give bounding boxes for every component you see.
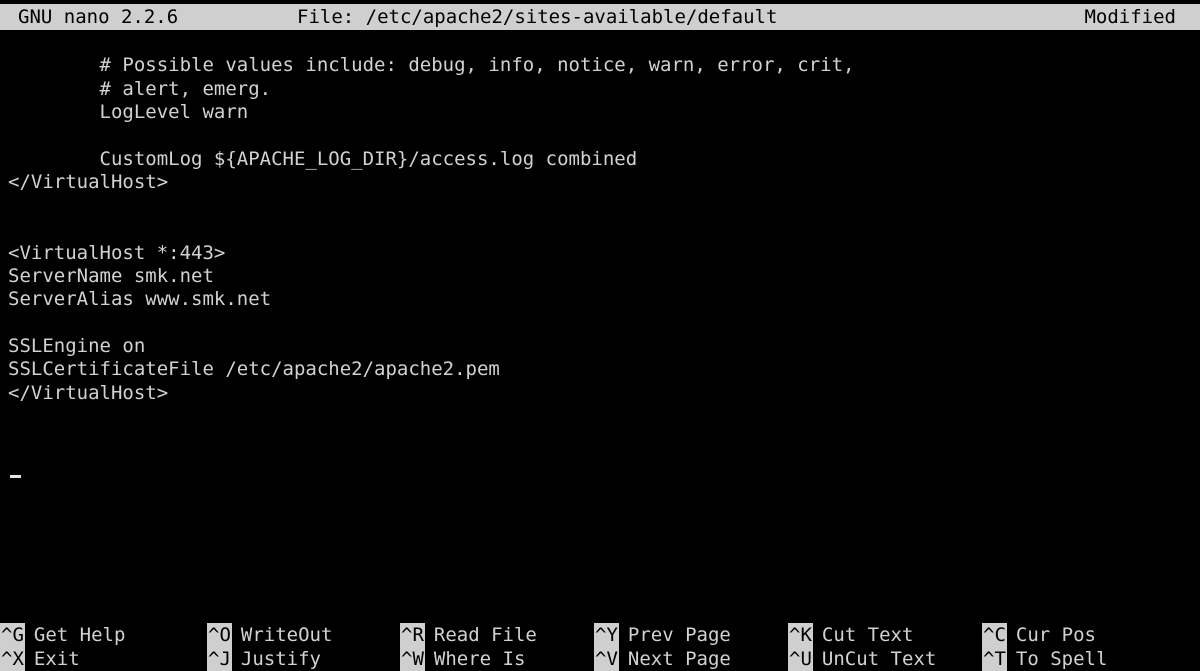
editor-line[interactable]: </VirtualHost> (0, 382, 1200, 405)
shortcut-get-help[interactable]: ^G Get Help (0, 623, 125, 647)
editor-area[interactable]: # Possible values include: debug, info, … (0, 31, 1200, 621)
shortcut-key: ^V (594, 647, 619, 671)
shortcut-uncut-text[interactable]: ^U UnCut Text (788, 647, 936, 671)
shortcut-justify[interactable]: ^J Justify (207, 647, 321, 671)
shortcut-row: ^X Exit ^J Justify ^W Where Is ^V Next Page … (0, 647, 1200, 671)
editor-line[interactable] (0, 546, 1200, 569)
shortcut-key: ^W (400, 647, 425, 671)
shortcut-read-file[interactable]: ^R Read File (400, 623, 537, 647)
editor-line[interactable] (0, 31, 1200, 54)
editor-line[interactable] (0, 125, 1200, 148)
shortcut-key: ^X (0, 647, 25, 671)
editor-line[interactable] (0, 195, 1200, 218)
shortcut-key: ^T (982, 647, 1007, 671)
editor-line[interactable] (0, 499, 1200, 522)
editor-line[interactable]: SSLCertificateFile /etc/apache2/apache2.… (0, 358, 1200, 381)
shortcut-label: Justify (240, 648, 321, 670)
file-path: File: /etc/apache2/sites-available/defau… (297, 6, 778, 28)
editor-line[interactable] (0, 522, 1200, 545)
title-bar: GNU nano 2.2.6 File: /etc/apache2/sites-… (0, 4, 1200, 30)
shortcut-writeout[interactable]: ^O WriteOut (207, 623, 332, 647)
editor-line[interactable]: </VirtualHost> (0, 171, 1200, 194)
shortcut-cur-pos[interactable]: ^C Cur Pos (982, 623, 1096, 647)
shortcut-key: ^G (0, 623, 25, 647)
shortcut-where-is[interactable]: ^W Where Is (400, 647, 525, 671)
shortcut-row: ^G Get Help ^O WriteOut ^R Read File ^Y Prev… (0, 623, 1200, 647)
editor-line[interactable]: # Possible values include: debug, info, … (0, 54, 1200, 77)
shortcut-label: Next Page (627, 648, 731, 670)
modified-status: Modified (1084, 6, 1176, 28)
editor-line[interactable] (0, 312, 1200, 335)
editor-line[interactable]: ServerAlias www.smk.net (0, 288, 1200, 311)
app-version: GNU nano 2.2.6 (18, 6, 179, 28)
shortcut-key: ^R (400, 623, 425, 647)
shortcut-label: Exit (33, 648, 80, 670)
shortcut-label: Read File (433, 624, 537, 646)
shortcut-label: Get Help (33, 624, 126, 646)
shortcut-label: Where Is (433, 648, 526, 670)
shortcut-key: ^C (982, 623, 1007, 647)
editor-line[interactable]: ServerName smk.net (0, 265, 1200, 288)
editor-line[interactable] (0, 429, 1200, 452)
editor-line[interactable]: CustomLog ${APACHE_LOG_DIR}/access.log c… (0, 148, 1200, 171)
editor-line[interactable]: # alert, emerg. (0, 78, 1200, 101)
shortcut-to-spell[interactable]: ^T To Spell (982, 647, 1107, 671)
shortcut-label: To Spell (1015, 648, 1108, 670)
shortcut-bar: ^G Get Help ^O WriteOut ^R Read File ^Y Prev… (0, 620, 1200, 671)
shortcut-key: ^O (207, 623, 232, 647)
editor-line[interactable] (0, 218, 1200, 241)
shortcut-key: ^J (207, 647, 232, 671)
editor-line[interactable]: SSLEngine on (0, 335, 1200, 358)
editor-line[interactable] (0, 405, 1200, 428)
shortcut-label: Cut Text (821, 624, 914, 646)
shortcut-label: UnCut Text (821, 648, 937, 670)
shortcut-next-page[interactable]: ^V Next Page (594, 647, 731, 671)
editor-line[interactable] (0, 569, 1200, 592)
shortcut-prev-page[interactable]: ^Y Prev Page (594, 623, 731, 647)
shortcut-exit[interactable]: ^X Exit (0, 647, 80, 671)
shortcut-label: WriteOut (240, 624, 333, 646)
text-cursor (10, 475, 21, 478)
editor-line[interactable]: <VirtualHost *:443> (0, 242, 1200, 265)
shortcut-key: ^U (788, 647, 813, 671)
editor-line[interactable] (0, 475, 1200, 498)
shortcut-cut-text[interactable]: ^K Cut Text (788, 623, 913, 647)
shortcut-label: Cur Pos (1015, 624, 1096, 646)
editor-line[interactable]: LogLevel warn (0, 101, 1200, 124)
editor-line[interactable] (0, 452, 1200, 475)
shortcut-label: Prev Page (627, 624, 731, 646)
shortcut-key: ^Y (594, 623, 619, 647)
shortcut-key: ^K (788, 623, 813, 647)
